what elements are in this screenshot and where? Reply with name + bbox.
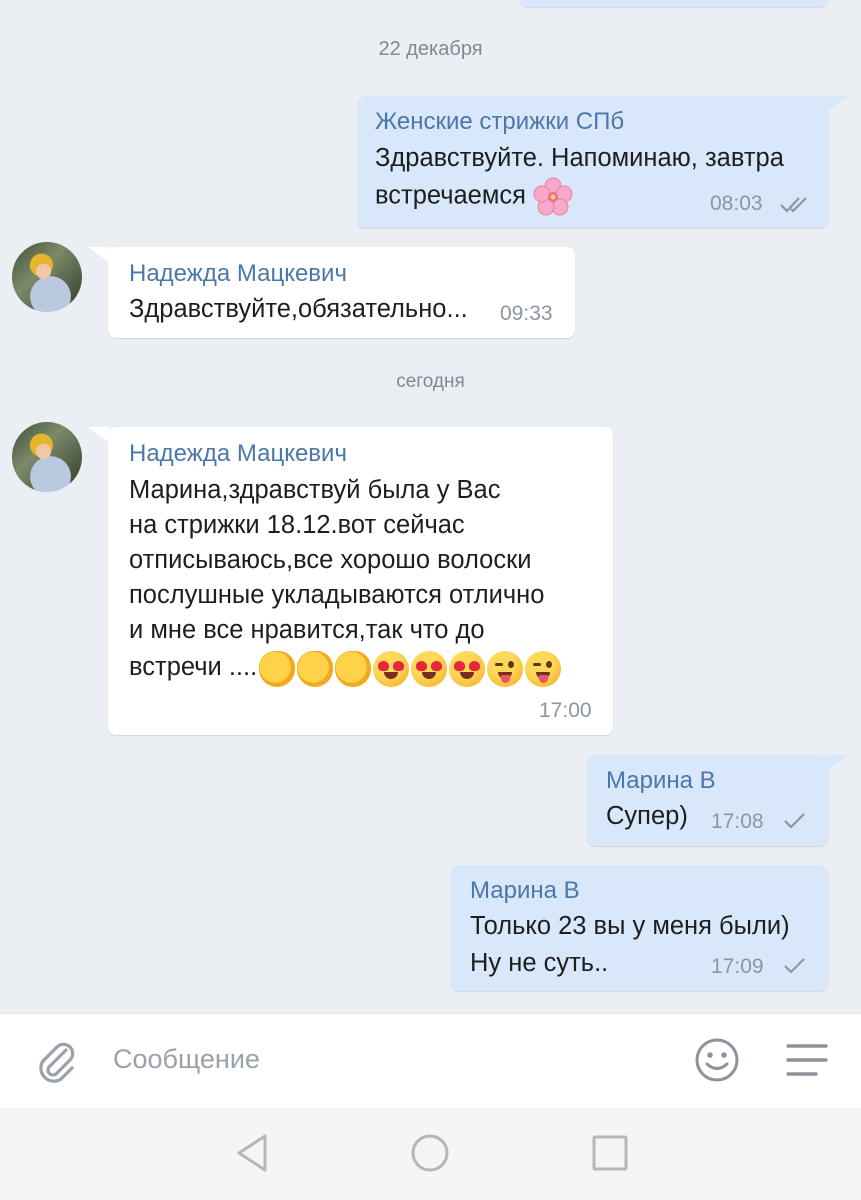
paperclip-icon[interactable] [36,1036,76,1084]
message-time: 17:00 [539,699,592,722]
date-separator: сегодня [396,371,465,392]
menu-lines-icon[interactable] [786,1043,828,1077]
message-time: 17:09 [711,955,764,978]
bubble-tail [826,755,848,771]
check-icon [784,958,805,974]
emoji-sequence [257,649,562,688]
message-time: 17:08 [711,810,764,833]
home-circle-icon[interactable] [410,1133,450,1173]
message-text-line: Ну не суть.. [470,949,609,977]
message-text-line: Марина,здравствуй была у Вас [129,476,501,504]
recents-square-icon[interactable] [592,1135,628,1171]
winking-tongue-emoji [525,651,562,688]
message-text-line: послушные укладываются отлично [129,581,545,609]
bubble-tail [88,247,110,263]
message-time: 09:33 [500,302,553,325]
message-text-line: на стрижки 18.12.вот сейчас [129,511,465,539]
cherry-blossom-emoji [533,177,573,216]
winking-tongue-emoji [487,651,524,688]
heart-eyes-emoji [411,651,448,688]
message-text-line: Супер) [606,802,688,830]
clapping-hands-emoji [335,651,372,688]
sender-name: Женские стрижки СПб [375,108,625,135]
sender-name: Надежда Мацкевич [129,260,347,287]
message-bubble-outgoing[interactable]: Женские стрижки СПб Здравствуйте. Напоми… [357,96,828,228]
sender-name: Марина В [470,877,580,904]
sender-name: Надежда Мацкевич [129,440,347,467]
message-bubble-incoming[interactable]: Надежда Мацкевич Здравствуйте,обязательн… [108,247,575,338]
back-triangle-icon[interactable] [234,1133,270,1173]
avatar[interactable] [12,422,82,492]
smiley-icon[interactable] [694,1037,740,1083]
message-text-line: и мне все нравится,так что до [129,616,485,644]
double-check-icon [780,197,807,213]
clapping-hands-emoji [259,651,296,688]
message-bubble-outgoing[interactable]: Марина В Только 23 вы у меня были) Ну не… [451,865,828,991]
heart-eyes-emoji [373,651,410,688]
avatar[interactable] [12,242,82,312]
bubble-tail [88,427,110,443]
message-bubble-outgoing[interactable]: Марина В Супер) 17:08 [587,755,828,846]
message-text-line: встречи .... [129,653,258,681]
message-text-line: Здравствуйте. Напоминаю, завтра [375,144,784,172]
clapping-hands-emoji [297,651,334,688]
message-text-line: встречаемся [375,181,526,210]
system-navigation-bar [0,1108,861,1200]
message-bubble-incoming[interactable]: Надежда Мацкевич Марина,здравствуй была … [108,427,613,735]
chat-history[interactable]: 22 декабря Женские стрижки СПб Здравству… [0,0,861,1013]
heart-eyes-emoji [449,651,486,688]
message-text-line: встречи .... [129,649,562,688]
date-separator: 22 декабря [378,38,483,60]
message-composer: Сообщение [0,1013,861,1109]
message-bubble-partial[interactable] [520,0,828,7]
bubble-tail [826,96,848,112]
message-text-line: встречаемся [375,177,573,217]
sender-name: Марина В [606,767,716,794]
check-icon [784,813,805,829]
message-input[interactable]: Сообщение [113,1044,260,1075]
message-text-line: отписываюсь,все хорошо волоски [129,546,532,574]
message-text-line: Здравствуйте,обязательно... [129,295,468,323]
message-text-line: Только 23 вы у меня были) [470,912,790,940]
message-time: 08:03 [710,192,763,215]
